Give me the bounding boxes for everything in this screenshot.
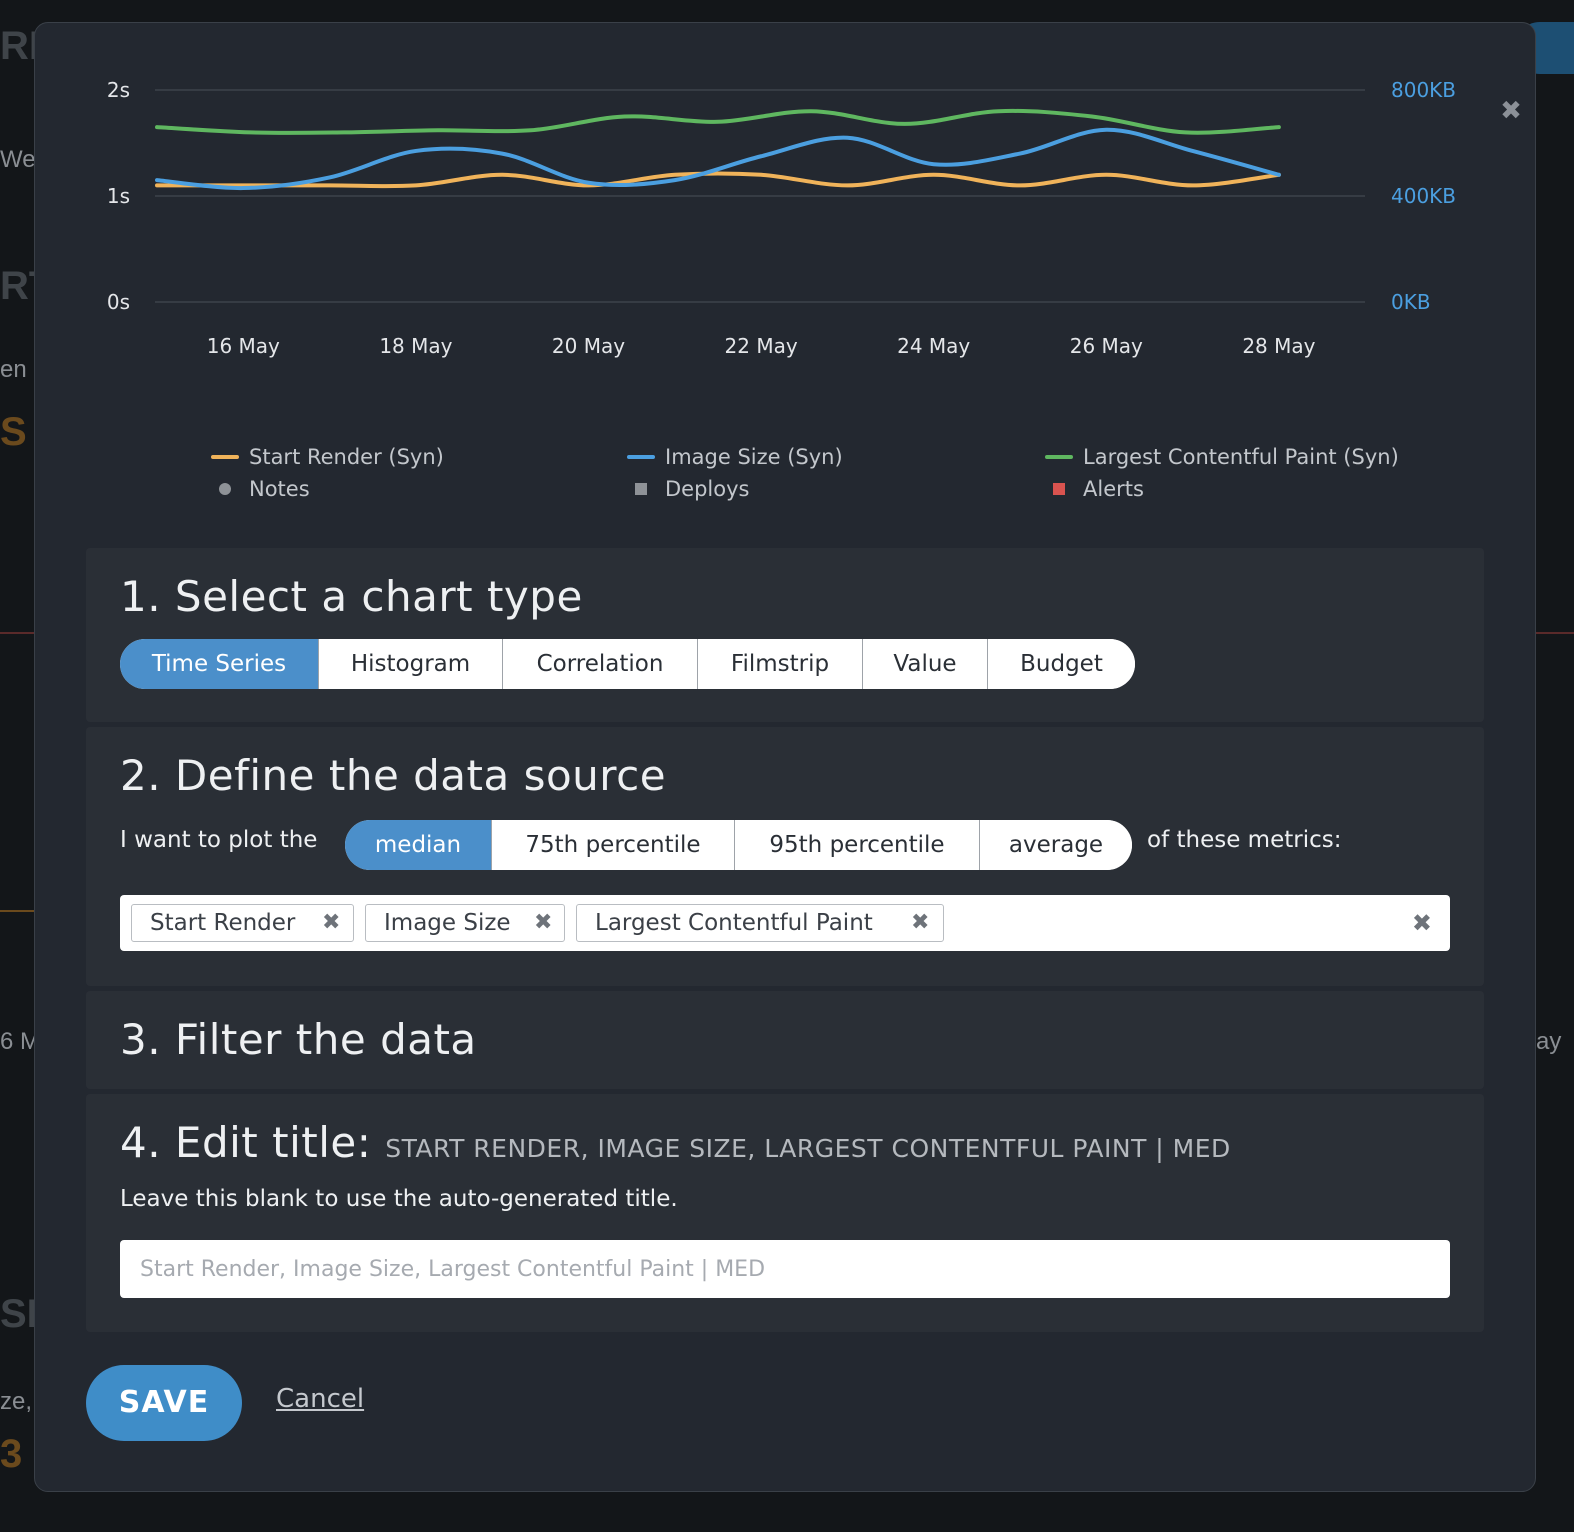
- x-tick-label: 16 May: [207, 334, 280, 358]
- aggregation-median[interactable]: median: [345, 820, 492, 870]
- metric-tag-label: Largest Contentful Paint: [595, 910, 873, 936]
- section-edit-title: 4. Edit title: START RENDER, IMAGE SIZE,…: [86, 1094, 1484, 1332]
- section-title: 2. Define the data source: [120, 751, 667, 800]
- legend-item-largest-contentful-paint[interactable]: Largest Contentful Paint (Syn): [1045, 445, 1399, 469]
- legend-swatch: [1045, 455, 1073, 459]
- y-tick-label-left: 2s: [107, 78, 130, 102]
- chart-type-budget[interactable]: Budget: [988, 639, 1135, 689]
- alerts-square-icon: [1053, 483, 1065, 495]
- chart-legend: Start Render (Syn) Image Size (Syn) Larg…: [211, 441, 1471, 505]
- section-title-label: 4. Edit title:: [120, 1118, 372, 1167]
- background-divider: [0, 632, 34, 634]
- legend-label: Notes: [249, 477, 310, 501]
- plot-prefix-text: I want to plot the: [120, 827, 318, 853]
- background-text: ze,: [0, 1388, 33, 1415]
- legend-item-alerts[interactable]: Alerts: [1045, 477, 1144, 501]
- x-tick-label: 22 May: [725, 334, 798, 358]
- aggregation-95th-percentile[interactable]: 95th percentile: [735, 820, 980, 870]
- auto-title-preview: START RENDER, IMAGE SIZE, LARGEST CONTEN…: [385, 1134, 1231, 1163]
- x-tick-label: 18 May: [379, 334, 452, 358]
- background-text: en: [0, 356, 27, 383]
- x-tick-label: 24 May: [897, 334, 970, 358]
- section-filter[interactable]: 3. Filter the data: [86, 991, 1484, 1089]
- y-tick-label-right: 0KB: [1391, 290, 1431, 314]
- plot-suffix-text: of these metrics:: [1147, 827, 1342, 853]
- section-chart-type: 1. Select a chart type Time Series Histo…: [86, 548, 1484, 722]
- series-line-image-size-syn: [155, 127, 1281, 191]
- metric-tag-largest-contentful-paint: Largest Contentful Paint ✖: [576, 904, 944, 942]
- background-text: 3: [0, 1432, 23, 1476]
- legend-item-image-size[interactable]: Image Size (Syn): [627, 445, 1045, 469]
- legend-label: Largest Contentful Paint (Syn): [1083, 445, 1399, 469]
- chart-title-input[interactable]: [120, 1240, 1450, 1298]
- metric-tag-label: Start Render: [150, 910, 296, 936]
- metric-tag-image-size: Image Size ✖: [365, 904, 565, 942]
- section-data-source: 2. Define the data source I want to plot…: [86, 727, 1484, 986]
- y-tick-label-left: 1s: [107, 184, 130, 208]
- legend-label: Deploys: [665, 477, 750, 501]
- title-help-text: Leave this blank to use the auto-generat…: [120, 1186, 678, 1212]
- section-title: 3. Filter the data: [120, 1015, 477, 1064]
- remove-icon[interactable]: ✖: [534, 905, 552, 941]
- chart-type-time-series[interactable]: Time Series: [120, 639, 319, 689]
- time-series-chart: 0s 0KB 1s 400KB 2s 800KB 16 May 18 May 20 May 22 …: [107, 78, 1456, 358]
- save-button[interactable]: SAVE: [86, 1365, 242, 1441]
- legend-swatch: [211, 455, 239, 459]
- legend-item-notes[interactable]: Notes: [211, 477, 627, 501]
- metric-tag-label: Image Size: [384, 910, 511, 936]
- section-title: 4. Edit title: START RENDER, IMAGE SIZE,…: [120, 1118, 1231, 1167]
- aggregation-75th-percentile[interactable]: 75th percentile: [492, 820, 735, 870]
- legend-label: Start Render (Syn): [249, 445, 444, 469]
- aggregation-selector: median 75th percentile 95th percentile a…: [345, 820, 1132, 870]
- y-tick-label-right: 400KB: [1391, 184, 1456, 208]
- cancel-link[interactable]: Cancel: [276, 1384, 364, 1414]
- background-text: S: [0, 410, 27, 454]
- metrics-multiselect[interactable]: Start Render ✖ Image Size ✖ Largest Cont…: [120, 895, 1450, 951]
- legend-label: Alerts: [1083, 477, 1144, 501]
- remove-icon[interactable]: ✖: [911, 905, 929, 941]
- remove-icon[interactable]: ✖: [322, 905, 340, 941]
- chart-type-histogram[interactable]: Histogram: [319, 639, 503, 689]
- background-text: ay: [1536, 1028, 1562, 1055]
- legend-item-deploys[interactable]: Deploys: [627, 477, 1045, 501]
- x-tick-label: 26 May: [1070, 334, 1143, 358]
- background-divider: [0, 910, 34, 912]
- metric-tag-start-render: Start Render ✖: [131, 904, 354, 942]
- clear-all-icon[interactable]: ✖: [1412, 909, 1432, 937]
- x-tick-label: 28 May: [1242, 334, 1315, 358]
- notes-dot-icon: [219, 483, 231, 495]
- y-tick-label-left: 0s: [107, 290, 130, 314]
- y-tick-label-right: 800KB: [1391, 78, 1456, 102]
- chart-type-correlation[interactable]: Correlation: [503, 639, 698, 689]
- background-text: We: [0, 146, 36, 173]
- legend-swatch: [627, 455, 655, 459]
- chart-type-filmstrip[interactable]: Filmstrip: [698, 639, 863, 689]
- legend-label: Image Size (Syn): [665, 445, 843, 469]
- deploys-square-icon: [635, 483, 647, 495]
- chart-type-value[interactable]: Value: [863, 639, 988, 689]
- background-text: SI: [0, 1292, 38, 1336]
- background-divider: [1536, 632, 1574, 634]
- legend-item-start-render[interactable]: Start Render (Syn): [211, 445, 627, 469]
- x-tick-label: 20 May: [552, 334, 625, 358]
- section-title: 1. Select a chart type: [120, 572, 583, 621]
- aggregation-average[interactable]: average: [980, 820, 1132, 870]
- chart-type-selector: Time Series Histogram Correlation Filmst…: [120, 639, 1135, 689]
